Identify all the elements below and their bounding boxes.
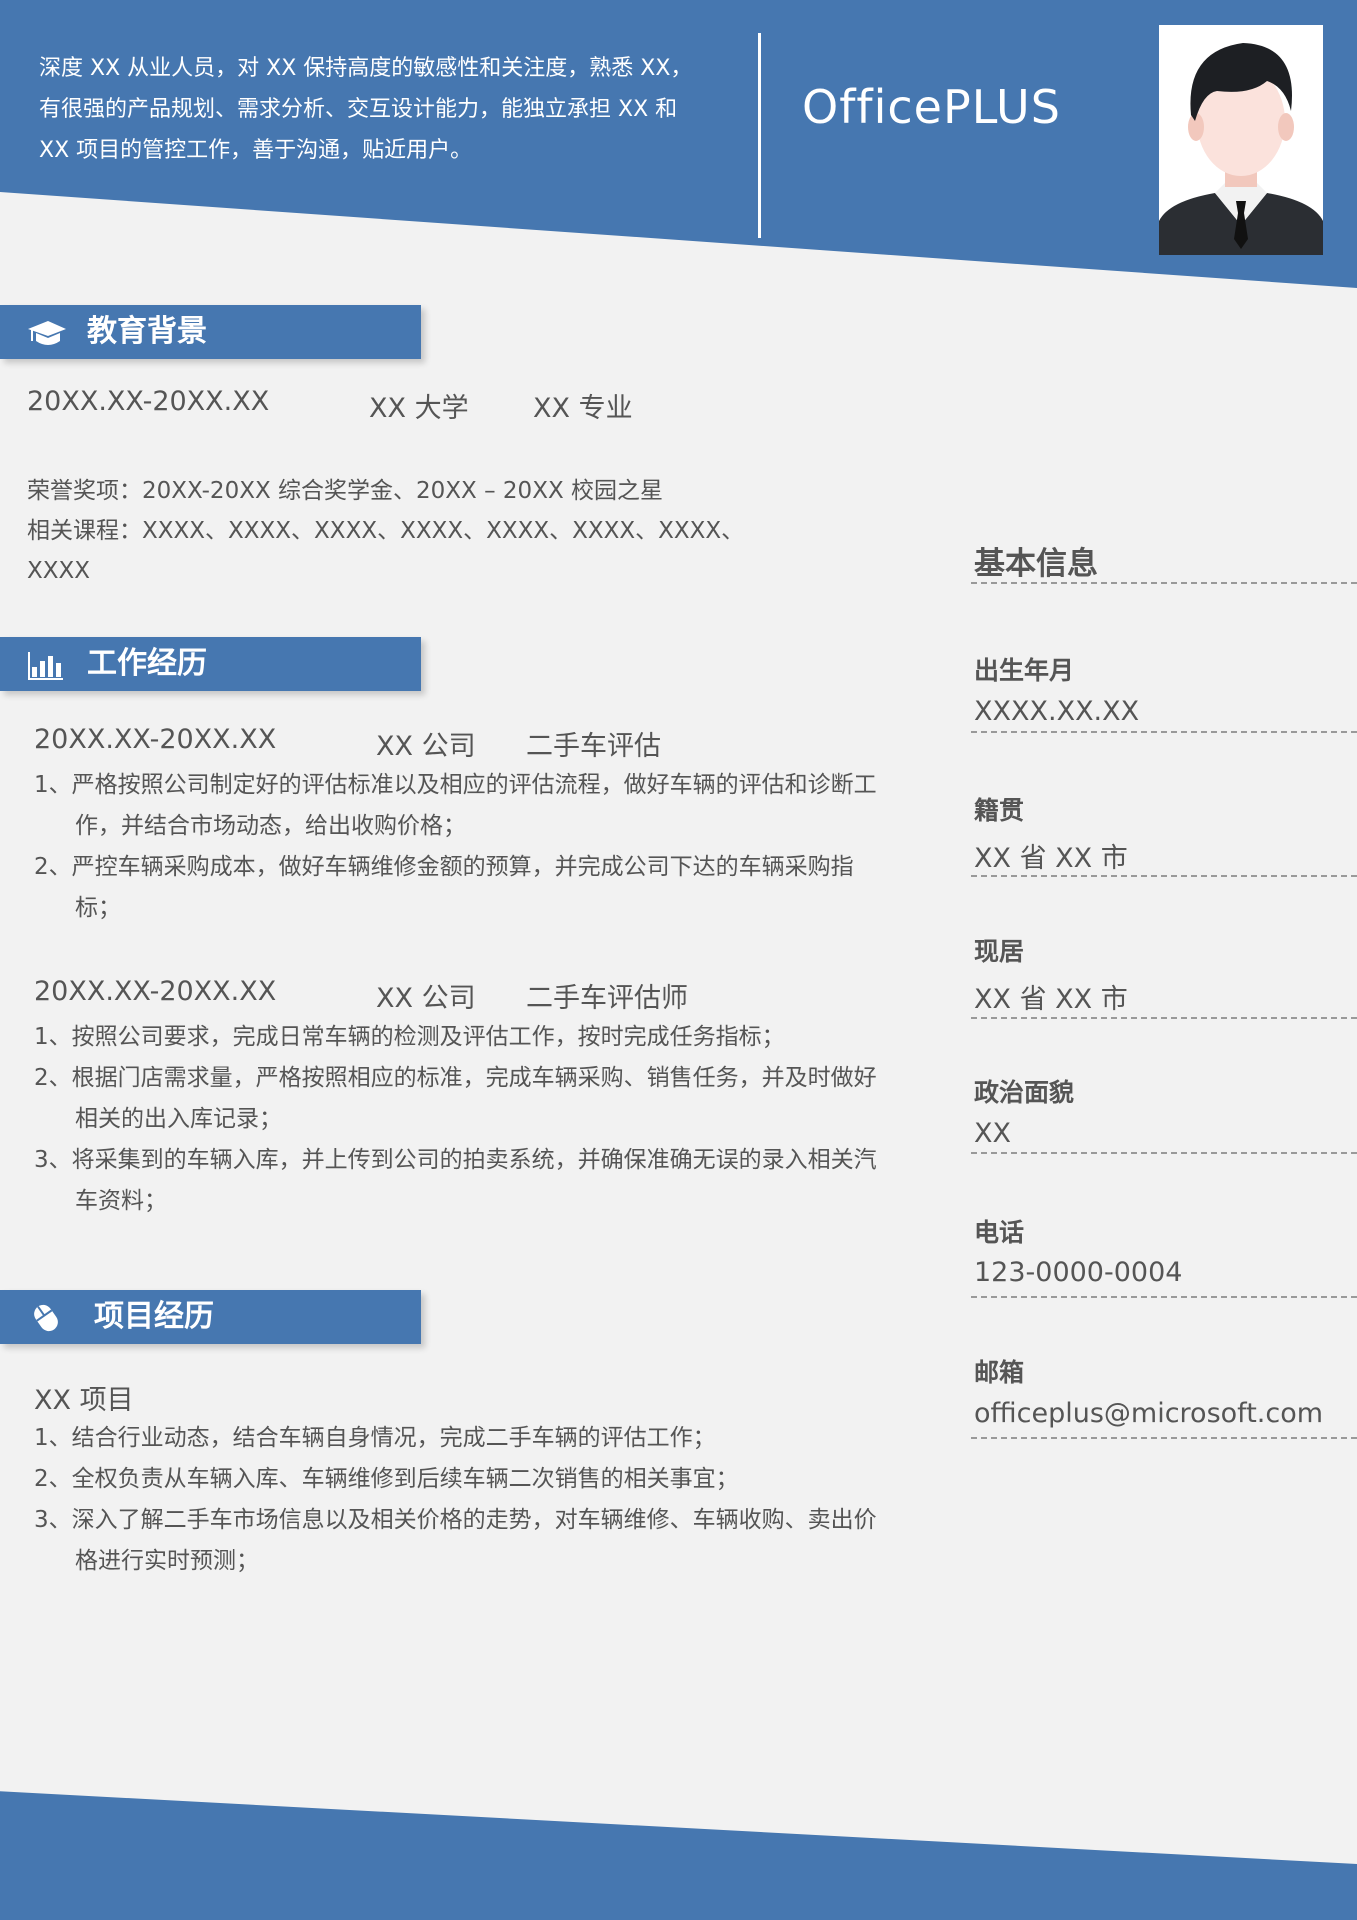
education-period: 20XX.XX-20XX.XX — [27, 386, 270, 417]
projects-title: 项目经历 — [94, 1299, 214, 1334]
graduation-cap-icon — [28, 321, 66, 345]
project-item: 1、结合行业动态，结合车辆自身情况，完成二手车辆的评估工作； — [34, 1425, 716, 1451]
divider — [971, 1017, 1357, 1019]
education-honors: 荣誉奖项：20XX-20XX 综合奖学金、20XX – 20XX 校园之星 — [27, 478, 664, 504]
divider — [971, 1437, 1357, 1439]
projects-header: 项目经历 — [0, 1290, 421, 1344]
profile-photo — [1159, 25, 1323, 255]
divider — [971, 875, 1357, 877]
info-label-residence: 现居 — [974, 937, 1025, 966]
info-label-email: 邮箱 — [974, 1358, 1025, 1387]
job-period: 20XX.XX-20XX.XX — [34, 976, 277, 1007]
info-value-phone: 123-0000-0004 — [974, 1257, 1183, 1288]
education-major: XX 专业 — [533, 393, 633, 424]
info-value-residence: XX 省 XX 市 — [974, 984, 1128, 1015]
bar-chart-icon — [28, 652, 63, 680]
summary-line: 深度 XX 从业人员，对 XX 保持高度的敏感性和关注度，熟悉 XX， — [39, 56, 693, 81]
mouse-icon — [34, 1304, 58, 1332]
project-name: XX 项目 — [34, 1385, 134, 1416]
info-label-birth: 出生年月 — [974, 656, 1075, 685]
job-company: XX 公司 — [376, 731, 476, 762]
duty-item: 1、严格按照公司制定好的评估标准以及相应的评估流程，做好车辆的评估和诊断工作，并… — [34, 772, 877, 839]
info-value-birth: XXXX.XX.XX — [974, 696, 1140, 727]
brand-name: OfficePLUS — [802, 80, 1061, 134]
divider — [971, 1152, 1357, 1154]
education-header: 教育背景 — [0, 305, 421, 359]
divider — [971, 731, 1357, 733]
profile-summary: 深度 XX 从业人员，对 XX 保持高度的敏感性和关注度，熟悉 XX， 有很强的… — [39, 48, 729, 171]
project-item: 3、深入了解二手车市场信息以及相关价格的走势，对车辆维修、车辆收购、卖出价格进行… — [34, 1507, 877, 1574]
basic-info-title: 基本信息 — [974, 546, 1098, 582]
job-duties: 1、按照公司要求，完成日常车辆的检测及评估工作，按时完成任务指标； 2、根据门店… — [34, 1017, 894, 1222]
project-item: 2、全权负责从车辆入库、车辆维修到后续车辆二次销售的相关事宜； — [34, 1466, 739, 1492]
duty-item: 3、将采集到的车辆入库，并上传到公司的拍卖系统，并确保准确无误的录入相关汽车资料… — [34, 1147, 877, 1214]
duty-item: 1、按照公司要求，完成日常车辆的检测及评估工作，按时完成任务指标； — [34, 1024, 785, 1050]
education-school: XX 大学 — [369, 393, 469, 424]
avatar-illustration-icon — [1159, 25, 1323, 255]
footer-band — [0, 1791, 1357, 1920]
work-title: 工作经历 — [87, 646, 207, 681]
info-label-phone: 电话 — [974, 1218, 1025, 1247]
education-courses: 相关课程：XXXX、XXXX、XXXX、XXXX、XXXX、XXXX、XXXX、 — [27, 518, 745, 544]
duty-item: 2、严控车辆采购成本，做好车辆维修金额的预算，并完成公司下达的车辆采购指标； — [34, 854, 854, 921]
job-company: XX 公司 — [376, 983, 476, 1014]
divider — [971, 1296, 1357, 1298]
summary-line: XX 项目的管控工作，善于沟通，贴近用户。 — [39, 138, 473, 163]
job-duties: 1、严格按照公司制定好的评估标准以及相应的评估流程，做好车辆的评估和诊断工作，并… — [34, 765, 894, 929]
project-duties: 1、结合行业动态，结合车辆自身情况，完成二手车辆的评估工作； 2、全权负责从车辆… — [34, 1418, 894, 1582]
info-value-email: officeplus@microsoft.com — [974, 1398, 1324, 1429]
header-divider — [758, 33, 761, 238]
summary-line: 有很强的产品规划、需求分析、交互设计能力，能独立承担 XX 和 — [39, 97, 678, 122]
work-header: 工作经历 — [0, 637, 421, 691]
duty-item: 2、根据门店需求量，严格按照相应的标准，完成车辆采购、销售任务，并及时做好相关的… — [34, 1065, 877, 1132]
info-label-hometown: 籍贯 — [974, 796, 1025, 825]
job-period: 20XX.XX-20XX.XX — [34, 724, 277, 755]
info-label-political: 政治面貌 — [974, 1078, 1075, 1107]
divider — [971, 582, 1357, 584]
job-role: 二手车评估 — [526, 731, 661, 762]
info-value-political: XX — [974, 1118, 1011, 1149]
education-title: 教育背景 — [87, 314, 207, 349]
education-courses-cont: XXXX — [27, 558, 91, 584]
job-role: 二手车评估师 — [526, 983, 688, 1014]
info-value-hometown: XX 省 XX 市 — [974, 843, 1128, 874]
